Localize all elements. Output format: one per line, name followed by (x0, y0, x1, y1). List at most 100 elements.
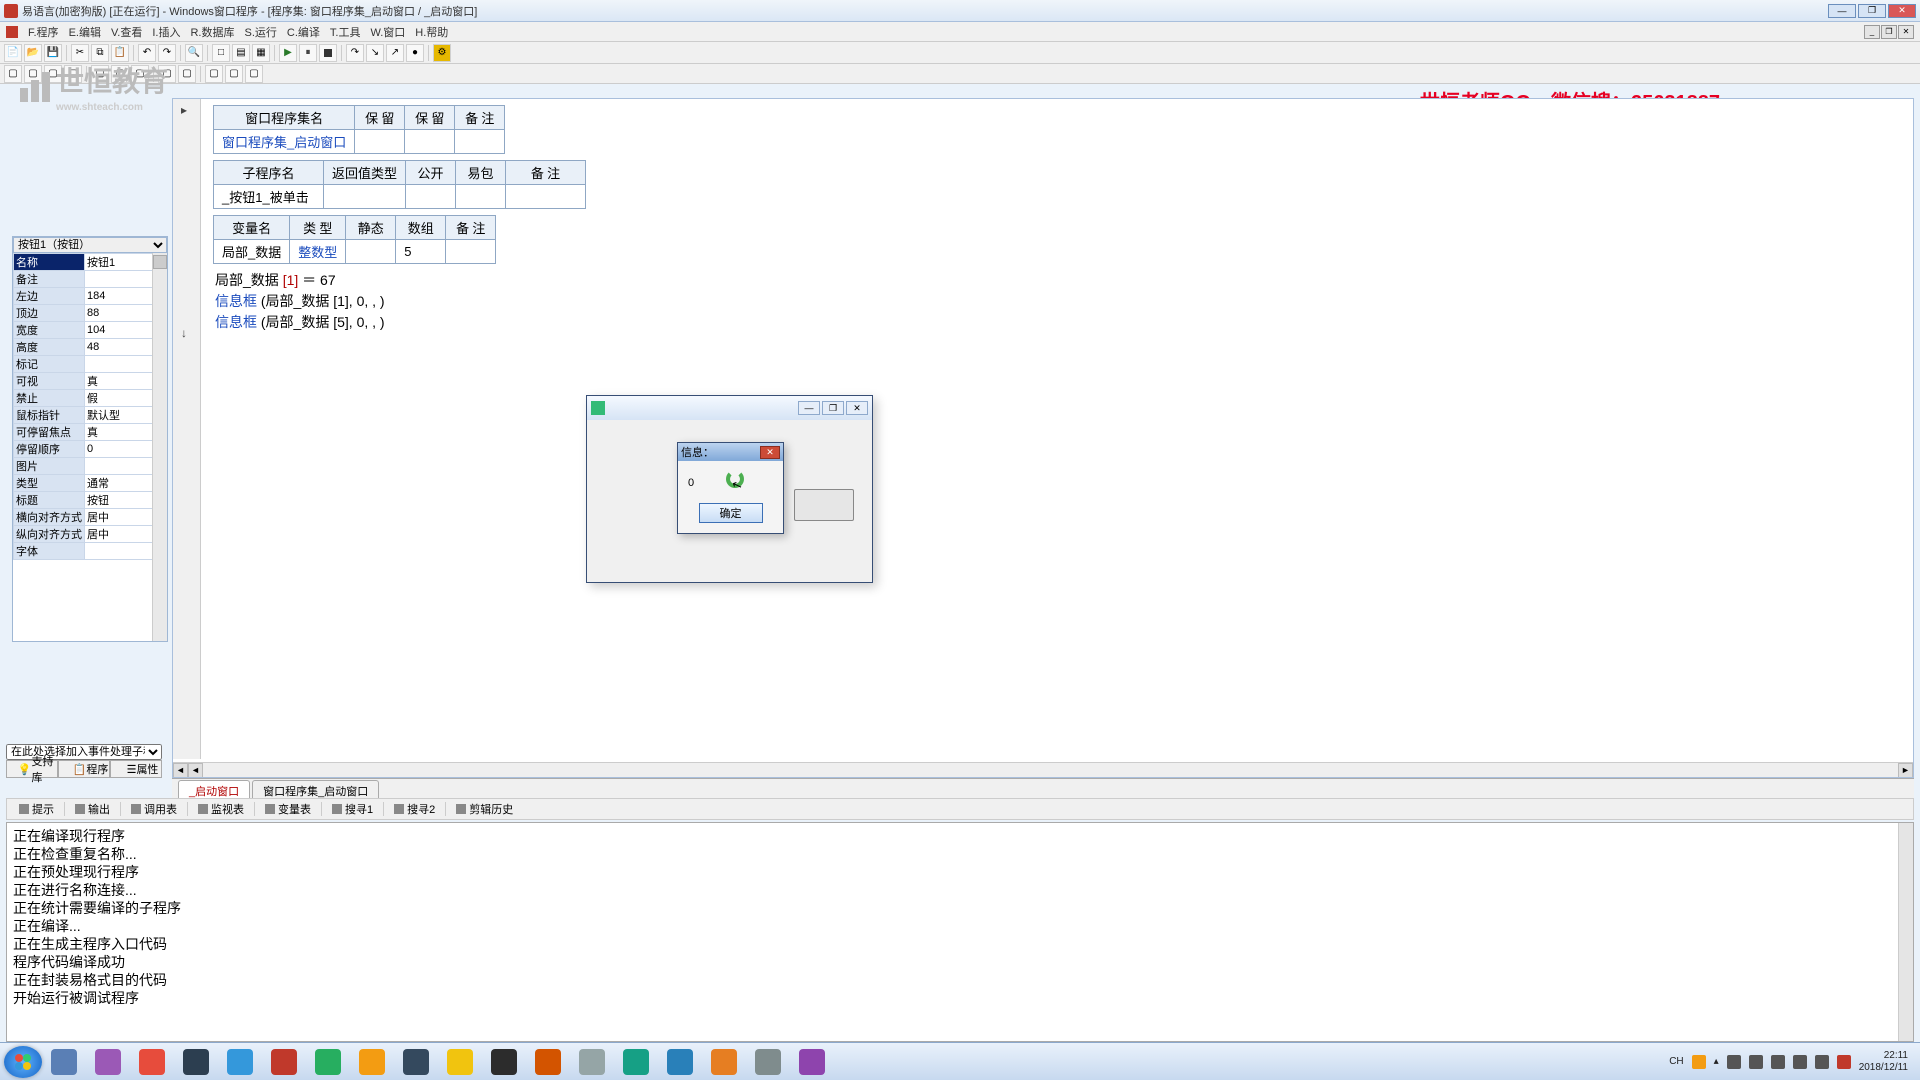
menu-edit[interactable]: E.编辑 (69, 24, 101, 40)
menu-database[interactable]: R.数据库 (190, 24, 234, 40)
cut-icon[interactable]: ✂ (71, 44, 89, 62)
otab-search2[interactable]: 搜寻2 (388, 799, 441, 819)
comp-12[interactable]: ▢ (245, 65, 263, 83)
code-line-1[interactable]: 局部_数据 [1] ＝ 67 (215, 270, 586, 291)
menu-view[interactable]: V.查看 (111, 24, 142, 40)
start-button[interactable] (4, 1046, 42, 1078)
tab-program[interactable]: 📋程序 (58, 760, 110, 778)
save-icon[interactable]: 💾 (44, 44, 62, 62)
menu-help[interactable]: H.帮助 (415, 24, 448, 40)
taskbar-app-15[interactable] (704, 1047, 744, 1077)
taskbar-app-9[interactable] (440, 1047, 480, 1077)
menu-insert[interactable]: I.插入 (152, 24, 180, 40)
code-line-2[interactable]: 信息框 (局部_数据 [1], 0, , ) (215, 291, 586, 312)
running-window-titlebar[interactable]: — ❐ ✕ (587, 396, 872, 420)
event-selector[interactable]: 在此处选择加入事件处理子程序 (6, 744, 162, 760)
tray-flag-icon[interactable] (1837, 1055, 1851, 1069)
tray-icon-2[interactable] (1727, 1055, 1741, 1069)
mdi-minimize[interactable]: _ (1864, 25, 1880, 39)
taskbar-app-6[interactable] (308, 1047, 348, 1077)
otab-search1[interactable]: 搜寻1 (326, 799, 379, 819)
tab-support-lib[interactable]: 💡支持库 (6, 760, 58, 778)
otab-vars[interactable]: 变量表 (259, 799, 317, 819)
menu-tools[interactable]: T.工具 (330, 24, 361, 40)
menu-compile[interactable]: C.编译 (287, 24, 320, 40)
taskbar-app-14[interactable] (660, 1047, 700, 1077)
rw-minimize[interactable]: — (798, 401, 820, 415)
scroll-left-icon[interactable]: ◄ (173, 763, 188, 778)
pause-icon[interactable]: ⏸ (299, 44, 317, 62)
minimize-button[interactable]: — (1828, 4, 1856, 18)
comp-11[interactable]: ▢ (225, 65, 243, 83)
output-console[interactable]: 正在编译现行程序正在检查重复名称...正在预处理现行程序正在进行名称连接...正… (6, 822, 1914, 1042)
code-icon[interactable]: ▤ (232, 44, 250, 62)
button1-control[interactable] (794, 489, 854, 521)
stop-icon[interactable] (319, 44, 337, 62)
rw-maximize[interactable]: ❐ (822, 401, 844, 415)
otab-output[interactable]: 输出 (69, 799, 116, 819)
maximize-button[interactable]: ❐ (1858, 4, 1886, 18)
redo-icon[interactable]: ↷ (158, 44, 176, 62)
taskbar-app-3[interactable] (176, 1047, 216, 1077)
otab-watch[interactable]: 监视表 (192, 799, 250, 819)
tab-startwindow[interactable]: _启动窗口 (178, 780, 250, 798)
breakpoint-icon[interactable]: ● (406, 44, 424, 62)
taskbar-app-12[interactable] (572, 1047, 612, 1077)
new-icon[interactable]: 📄 (4, 44, 22, 62)
tray-volume-icon[interactable] (1815, 1055, 1829, 1069)
tab-classset[interactable]: 窗口程序集_启动窗口 (252, 780, 379, 798)
module-icon[interactable]: ▦ (252, 44, 270, 62)
comp-9[interactable]: ▢ (178, 65, 196, 83)
object-selector[interactable]: 按钮1（按钮） (13, 237, 167, 253)
stepinto-icon[interactable]: ↘ (366, 44, 384, 62)
tray-icon-1[interactable] (1692, 1055, 1706, 1069)
menu-program[interactable]: F.程序 (28, 24, 59, 40)
tray-network-icon[interactable] (1793, 1055, 1807, 1069)
taskbar-app-4[interactable] (220, 1047, 260, 1077)
tray-icon-3[interactable] (1749, 1055, 1763, 1069)
build-icon[interactable]: ⚙ (433, 44, 451, 62)
mdi-restore[interactable]: ❐ (1881, 25, 1897, 39)
otab-hint[interactable]: 提示 (13, 799, 60, 819)
msgbox-titlebar[interactable]: 信息： ✕ (678, 443, 783, 461)
form-icon[interactable]: □ (212, 44, 230, 62)
menu-window[interactable]: W.窗口 (370, 24, 405, 40)
menu-run[interactable]: S.运行 (244, 24, 276, 40)
close-button[interactable]: ✕ (1888, 4, 1916, 18)
code-line-3[interactable]: 信息框 (局部_数据 [5], 0, , ) (215, 312, 586, 333)
taskbar-app-2[interactable] (132, 1047, 172, 1077)
taskbar-app-13[interactable] (616, 1047, 656, 1077)
paste-icon[interactable]: 📋 (111, 44, 129, 62)
taskbar-app-16[interactable] (748, 1047, 788, 1077)
tray-expand-icon[interactable]: ▴ (1714, 1056, 1719, 1067)
prop-scrollbar[interactable] (152, 253, 167, 641)
stepout-icon[interactable]: ↗ (386, 44, 404, 62)
tray-icon-4[interactable] (1771, 1055, 1785, 1069)
msgbox-close-icon[interactable]: ✕ (760, 446, 780, 459)
copy-icon[interactable]: ⧉ (91, 44, 109, 62)
taskbar-app-5[interactable] (264, 1047, 304, 1077)
taskbar-app-10[interactable] (484, 1047, 524, 1077)
stepover-icon[interactable]: ↷ (346, 44, 364, 62)
taskbar-app-0[interactable] (44, 1047, 84, 1077)
rw-close[interactable]: ✕ (846, 401, 868, 415)
tab-property[interactable]: ☰属性 (110, 760, 162, 778)
otab-cliphistory[interactable]: 剪辑历史 (450, 799, 519, 819)
comp-10[interactable]: ▢ (205, 65, 223, 83)
code-editor[interactable]: ▸ ↓ 窗口程序集名保 留保 留备 注 窗口程序集_启动窗口 子程序名返回值类型… (172, 98, 1914, 778)
taskbar-app-8[interactable] (396, 1047, 436, 1077)
taskbar-app-11[interactable] (528, 1047, 568, 1077)
mdi-close[interactable]: ✕ (1898, 25, 1914, 39)
scroll-left2-icon[interactable]: ◄ (188, 763, 203, 778)
find-icon[interactable]: 🔍 (185, 44, 203, 62)
taskbar-app-7[interactable] (352, 1047, 392, 1077)
run-icon[interactable]: ▶ (279, 44, 297, 62)
open-icon[interactable]: 📂 (24, 44, 42, 62)
undo-icon[interactable]: ↶ (138, 44, 156, 62)
ime-indicator[interactable]: CH (1669, 1056, 1683, 1067)
taskbar-app-17[interactable] (792, 1047, 832, 1077)
editor-hscrollbar[interactable]: ◄ ◄ ► (173, 762, 1913, 777)
output-scrollbar[interactable] (1898, 823, 1913, 1041)
otab-callstack[interactable]: 调用表 (125, 799, 183, 819)
taskbar-app-1[interactable] (88, 1047, 128, 1077)
